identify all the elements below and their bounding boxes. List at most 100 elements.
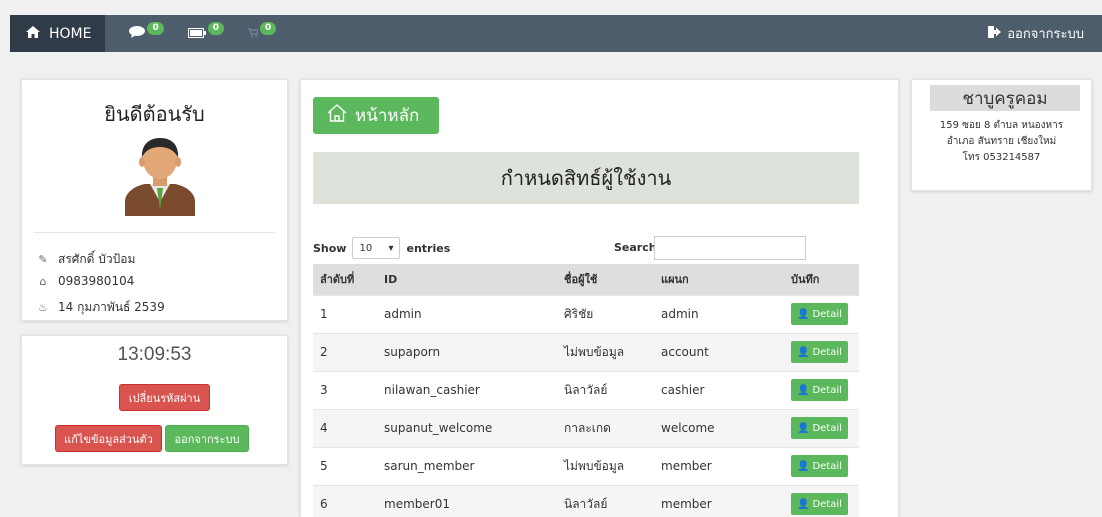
cell-no: 3 bbox=[313, 370, 377, 409]
profile-name-row: ✎ สรศักดิ์ บัวป้อม bbox=[37, 250, 135, 269]
detail-button[interactable]: 👤 Detail bbox=[791, 493, 848, 516]
table-row: 1 admin ศิริชัย admin 👤 Detail bbox=[313, 294, 859, 333]
table-row: 5 sarun_member ไม่พบข้อมูล member 👤 Detai… bbox=[313, 446, 859, 485]
detail-label: Detail bbox=[812, 498, 842, 510]
column-header-record[interactable]: บันทึก bbox=[784, 264, 859, 295]
detail-button[interactable]: 👤 Detail bbox=[791, 455, 848, 477]
detail-label: Detail bbox=[812, 384, 842, 396]
home-button-label: หน้าหลัก bbox=[355, 106, 420, 126]
cell-id: supaporn bbox=[377, 332, 557, 371]
home-icon bbox=[26, 25, 40, 42]
users-table: ลำดับที่ ID ชื่อผู้ใช้ แผนก บันทึก 1 adm… bbox=[313, 264, 859, 517]
table-row: 6 member01 นิลาวัลย์ member 👤 Detail bbox=[313, 484, 859, 517]
cell-name: นิลาวัลย์ bbox=[557, 370, 654, 409]
home-small-icon: ⌂ bbox=[39, 274, 47, 288]
table-row: 3 nilawan_cashier นิลาวัลย์ cashier 👤 Det… bbox=[313, 370, 859, 409]
cell-dept: cashier bbox=[654, 370, 784, 409]
detail-button[interactable]: 👤 Detail bbox=[791, 417, 848, 439]
profile-birthdate-row: ♨ 14 กุมภาพันธ์ 2539 bbox=[37, 298, 165, 317]
clock-panel: 13:09:53 เปลี่ยนรหัสผ่าน แก้ไขข้อมูลส่วน… bbox=[21, 335, 288, 465]
user-icon: 👤 bbox=[797, 346, 810, 358]
entries-control: Show 10 ▾ entries bbox=[313, 237, 450, 259]
chevron-down-icon: ▾ bbox=[388, 242, 394, 254]
cell-no: 4 bbox=[313, 408, 377, 447]
comment-icon bbox=[129, 26, 146, 41]
cell-record: 👤 Detail bbox=[784, 294, 859, 333]
home-nav-link[interactable]: HOME bbox=[10, 15, 106, 52]
cell-id: admin bbox=[377, 294, 557, 333]
store-name: ชาบูครูคอม bbox=[930, 85, 1080, 111]
cell-id: nilawan_cashier bbox=[377, 370, 557, 409]
show-label: Show bbox=[313, 241, 347, 255]
column-header-no[interactable]: ลำดับที่ bbox=[313, 264, 377, 295]
pencil-icon: ✎ bbox=[38, 253, 48, 266]
cell-no: 5 bbox=[313, 446, 377, 485]
battery-badge: 0 bbox=[207, 22, 225, 35]
user-icon: 👤 bbox=[797, 384, 810, 396]
cell-id: sarun_member bbox=[377, 446, 557, 485]
cart-nav[interactable]: 0 bbox=[248, 22, 277, 41]
store-address-line2: อำเภอ สันทราย เชียงใหม่ bbox=[946, 136, 1057, 147]
cell-name: นิลาวัลย์ bbox=[557, 484, 654, 517]
entries-select[interactable]: 10 ▾ bbox=[352, 237, 401, 259]
cell-record: 👤 Detail bbox=[784, 370, 859, 409]
detail-label: Detail bbox=[812, 346, 842, 358]
profile-panel: ยินดีต้อนรับ ✎ สรศักดิ์ บัวป้อม ⌂ 098398… bbox=[21, 79, 288, 321]
cell-name: ไม่พบข้อมูล bbox=[557, 446, 654, 485]
profile-divider bbox=[34, 232, 275, 233]
cell-dept: member bbox=[654, 446, 784, 485]
sign-out-icon bbox=[988, 25, 1002, 42]
column-header-id[interactable]: ID bbox=[377, 264, 557, 295]
logout-nav-link[interactable]: ออกจากระบบ bbox=[988, 15, 1084, 52]
cell-record: 👤 Detail bbox=[784, 446, 859, 485]
entries-value: 10 bbox=[359, 242, 373, 254]
column-header-name[interactable]: ชื่อผู้ใช้ bbox=[557, 264, 654, 295]
change-password-button[interactable]: เปลี่ยนรหัสผ่าน bbox=[119, 384, 210, 411]
detail-label: Detail bbox=[812, 422, 842, 434]
cell-no: 6 bbox=[313, 484, 377, 517]
cart-badge: 0 bbox=[260, 22, 277, 35]
messages-nav[interactable]: 0 bbox=[129, 22, 164, 41]
logout-button[interactable]: ออกจากระบบ bbox=[165, 425, 249, 452]
profile-phone: 0983980104 bbox=[58, 274, 135, 288]
search-input[interactable] bbox=[654, 236, 806, 260]
detail-button[interactable]: 👤 Detail bbox=[791, 341, 848, 363]
home-button[interactable]: หน้าหลัก bbox=[313, 97, 439, 134]
store-address-line1: 159 ซอย 8 ตำบล หนองหาร bbox=[939, 120, 1064, 131]
profile-birthdate: 14 กุมภาพันธ์ 2539 bbox=[58, 300, 165, 314]
table-row: 4 supanut_welcome กาละเกด welcome 👤 Detai… bbox=[313, 408, 859, 447]
cell-no: 2 bbox=[313, 332, 377, 371]
user-avatar bbox=[121, 136, 199, 216]
profile-name: สรศักดิ์ บัวป้อม bbox=[58, 252, 136, 266]
cart-icon bbox=[248, 27, 259, 41]
detail-button[interactable]: 👤 Detail bbox=[791, 379, 848, 401]
battery-nav[interactable]: 0 bbox=[187, 22, 225, 41]
profile-phone-row: ⌂ 0983980104 bbox=[37, 274, 135, 288]
cell-name: กาละเกด bbox=[557, 408, 654, 447]
user-icon: 👤 bbox=[797, 422, 810, 434]
messages-badge: 0 bbox=[147, 22, 164, 35]
page-title: กำหนดสิทธ์ผู้ใช้งาน bbox=[313, 152, 859, 204]
birthday-cake-icon: ♨ bbox=[38, 301, 48, 314]
column-header-dept[interactable]: แผนก bbox=[654, 264, 784, 295]
detail-button[interactable]: 👤 Detail bbox=[791, 303, 848, 325]
current-time: 13:09:53 bbox=[117, 344, 192, 365]
battery-icon bbox=[187, 27, 206, 41]
cell-dept: member bbox=[654, 484, 784, 517]
cell-dept: welcome bbox=[654, 408, 784, 447]
cell-record: 👤 Detail bbox=[784, 408, 859, 447]
welcome-heading: ยินดีต้อนรับ bbox=[104, 102, 205, 126]
table-row: 2 supaporn ไม่พบข้อมูล account 👤 Detail bbox=[313, 332, 859, 371]
top-navbar: HOME 0 0 0 ออกจากระบบ bbox=[10, 15, 1102, 52]
entries-label: entries bbox=[406, 241, 451, 255]
edit-profile-button[interactable]: แก้ไขข้อมูลส่วนตัว bbox=[55, 425, 162, 452]
user-icon: 👤 bbox=[797, 498, 810, 510]
cell-id: member01 bbox=[377, 484, 557, 517]
main-panel: หน้าหลัก กำหนดสิทธ์ผู้ใช้งาน Show 10 ▾ e… bbox=[300, 79, 899, 517]
cell-record: 👤 Detail bbox=[784, 484, 859, 517]
cell-name: ไม่พบข้อมูล bbox=[557, 332, 654, 371]
cell-dept: admin bbox=[654, 294, 784, 333]
table-header-row: ลำดับที่ ID ชื่อผู้ใช้ แผนก บันทึก bbox=[313, 264, 859, 295]
store-info-panel: ชาบูครูคอม 159 ซอย 8 ตำบล หนองหาร อำเภอ … bbox=[911, 79, 1092, 191]
house-icon bbox=[327, 104, 347, 127]
